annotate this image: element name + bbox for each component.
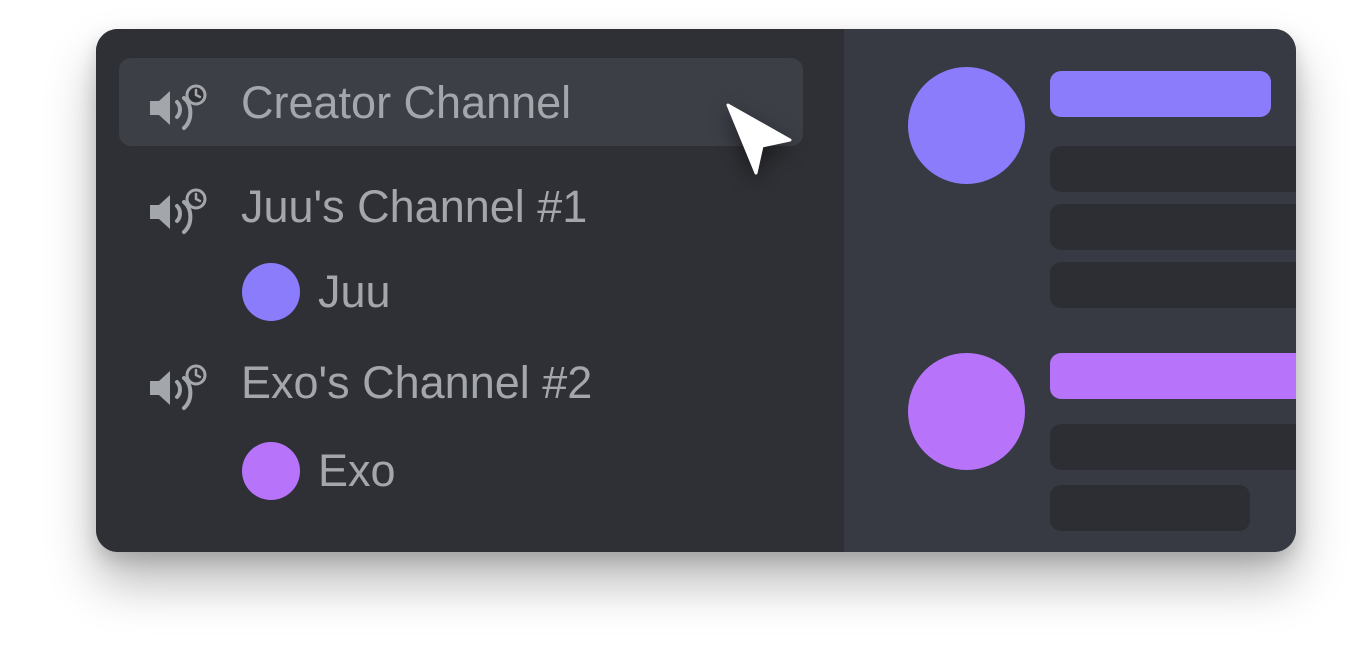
- user-name: Juu: [318, 266, 391, 317]
- mouse-pointer-icon: [726, 103, 792, 175]
- message-preview-pane: [844, 29, 1296, 552]
- channel-creator-channel[interactable]: Creator Channel: [119, 58, 803, 146]
- user-name: Exo: [318, 445, 396, 496]
- message-author-placeholder: [1050, 71, 1271, 117]
- avatar: [242, 442, 300, 500]
- channel-label: Exo's Channel #2: [241, 357, 593, 408]
- voice-channel-clock-icon: [150, 364, 207, 410]
- message-avatar: [908, 67, 1025, 184]
- message-line-placeholder: [1050, 262, 1296, 308]
- channel-exos-channel-2[interactable]: Exo's Channel #2: [119, 338, 803, 426]
- avatar: [242, 263, 300, 321]
- channel-juus-channel-1[interactable]: Juu's Channel #1: [119, 162, 803, 250]
- voice-channel-clock-icon: [150, 84, 207, 130]
- channel-sidebar: Creator Channel Juu's Channel #1 Juu Exo…: [96, 29, 844, 552]
- message-line-placeholder: [1050, 424, 1296, 470]
- message-avatar: [908, 353, 1025, 470]
- voice-channel-clock-icon: [150, 188, 207, 234]
- message-line-placeholder: [1050, 146, 1296, 192]
- channel-label: Juu's Channel #1: [241, 181, 588, 232]
- message-author-placeholder: [1050, 353, 1296, 399]
- app-window: Creator Channel Juu's Channel #1 Juu Exo…: [96, 29, 1296, 552]
- message-line-placeholder: [1050, 204, 1296, 250]
- channel-label: Creator Channel: [241, 77, 572, 128]
- message-line-placeholder: [1050, 485, 1250, 531]
